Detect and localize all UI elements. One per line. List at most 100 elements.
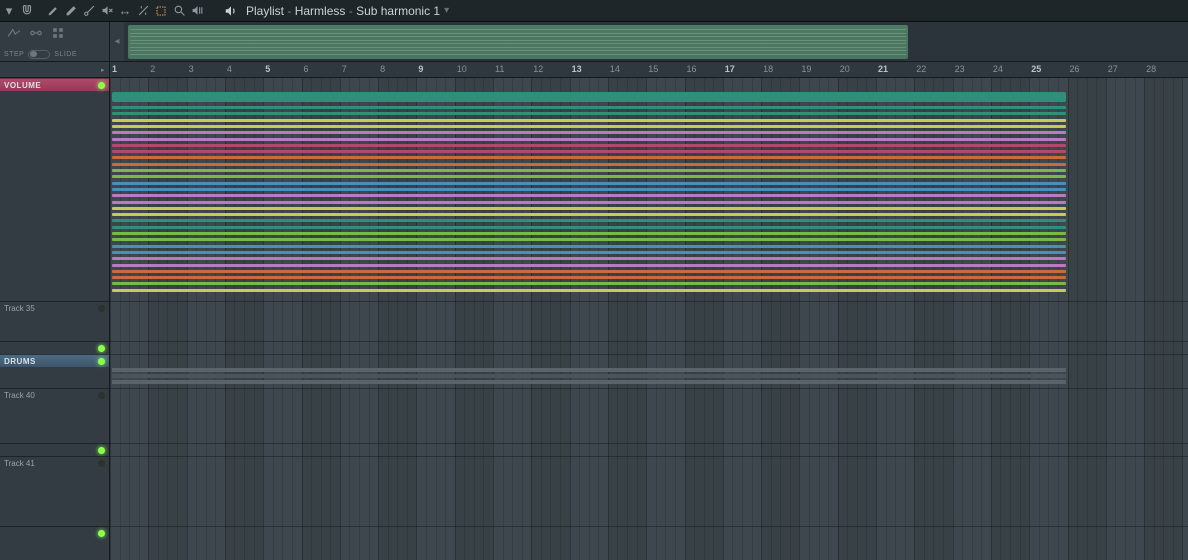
step-label: STEP (4, 51, 24, 58)
cut-icon[interactable] (80, 2, 98, 20)
audio-clip-stripe[interactable] (112, 245, 1066, 248)
timeline-ruler-row: ▸ 12345678910111213141516171819202122232… (0, 62, 1188, 78)
slice-icon[interactable] (134, 2, 152, 20)
audio-clip-stripe[interactable] (112, 289, 1066, 292)
playlist-grid[interactable] (110, 78, 1188, 560)
step-slide-toggle[interactable] (28, 50, 50, 59)
ruler-corner: ▸ (0, 62, 110, 77)
playlist-main: VOLUME Track 35DRUMSTrack 40Track 41 (0, 78, 1188, 560)
speaker-icon[interactable] (222, 2, 240, 20)
magnet-icon[interactable] (18, 2, 36, 20)
zoom-icon[interactable] (170, 2, 188, 20)
brush-icon[interactable] (44, 2, 62, 20)
window-title: Playlist - Harmless - Sub harmonic 1 (246, 4, 440, 18)
drum-clip[interactable] (112, 368, 1066, 372)
overview-left-panel: STEP SLIDE (0, 22, 110, 61)
audio-clip-stripe[interactable] (112, 232, 1066, 235)
ruler-tick: 18 (763, 64, 773, 74)
song-overview[interactable]: ◂ (110, 22, 1188, 61)
link-icon[interactable] (28, 25, 44, 41)
pencil-icon[interactable] (62, 2, 80, 20)
audio-clip-stripe[interactable] (112, 270, 1066, 273)
title-prefix: Playlist (246, 4, 284, 18)
audio-clip[interactable] (112, 92, 1066, 102)
overview-row: STEP SLIDE ◂ (0, 22, 1188, 62)
dropdown-icon[interactable]: ▾ (0, 2, 18, 20)
ruler-tick: 22 (916, 64, 926, 74)
volume-header-label: VOLUME (4, 81, 41, 90)
ruler-tick: 24 (993, 64, 1003, 74)
ruler-tick: 27 (1108, 64, 1118, 74)
ruler-tick: 26 (1070, 64, 1080, 74)
audio-clip-stripe[interactable] (112, 156, 1066, 159)
drum-clip[interactable] (112, 380, 1066, 384)
ruler-tick: 17 (725, 64, 735, 74)
ruler-tick: 14 (610, 64, 620, 74)
audio-clip-stripe[interactable] (112, 251, 1066, 254)
ruler-tick: 2 (150, 64, 155, 74)
audio-clip-stripe[interactable] (112, 169, 1066, 172)
grid-icon[interactable] (50, 25, 66, 41)
ruler-tick: 21 (878, 64, 888, 74)
ruler-tick: 13 (572, 64, 582, 74)
overview-clip[interactable] (128, 25, 908, 59)
mute-icon[interactable] (98, 2, 116, 20)
ruler-tick: 4 (227, 64, 232, 74)
ruler-tick: 1 (112, 64, 117, 74)
ruler-tick: 9 (418, 64, 423, 74)
ruler-tick: 19 (801, 64, 811, 74)
ruler-tick: 10 (457, 64, 467, 74)
title-dropdown-icon[interactable]: ▾ (444, 5, 449, 16)
audio-clip-stripe[interactable] (112, 264, 1066, 267)
playback-icon[interactable] (188, 2, 206, 20)
audio-clip-stripe[interactable] (112, 201, 1066, 204)
audio-clip-stripe[interactable] (112, 175, 1066, 178)
ruler-tick: 25 (1031, 64, 1041, 74)
overview-scroll-left-icon[interactable]: ◂ (110, 22, 124, 61)
audio-clip-stripe[interactable] (112, 226, 1066, 229)
ruler-tick: 16 (687, 64, 697, 74)
audio-clip-stripe[interactable] (112, 213, 1066, 216)
title-mid: Harmless (295, 4, 346, 18)
audio-clip-stripe[interactable] (112, 188, 1066, 191)
ruler-tick: 6 (304, 64, 309, 74)
volume-header[interactable]: VOLUME (0, 78, 109, 91)
slide-label: SLIDE (54, 51, 77, 58)
audio-clip-stripe[interactable] (112, 138, 1066, 141)
slip-icon[interactable]: ↔ (116, 2, 134, 20)
track-led[interactable] (98, 82, 105, 89)
audio-clip-stripe[interactable] (112, 238, 1066, 241)
title-suffix: Sub harmonic 1 (356, 4, 440, 18)
drum-clip[interactable] (112, 374, 1066, 378)
ruler-tick: 28 (1146, 64, 1156, 74)
timeline-ruler[interactable]: 1234567891011121314151617181920212223242… (110, 62, 1188, 77)
audio-clip-stripe[interactable] (112, 257, 1066, 260)
ruler-tick: 15 (648, 64, 658, 74)
audio-clip-stripe[interactable] (112, 112, 1066, 115)
audio-clip-stripe[interactable] (112, 163, 1066, 166)
audio-clip-stripe[interactable] (112, 207, 1066, 210)
ruler-tick: 5 (265, 64, 270, 74)
audio-clip-stripe[interactable] (112, 194, 1066, 197)
ruler-tick: 20 (840, 64, 850, 74)
ruler-tick: 11 (495, 64, 504, 74)
audio-clip-stripe[interactable] (112, 282, 1066, 285)
audio-clip-stripe[interactable] (112, 150, 1066, 153)
audio-clip-stripe[interactable] (112, 276, 1066, 279)
ruler-tick: 3 (189, 64, 194, 74)
playlist-toolbar: ▾ ↔ Playlist - Harmless - Sub harmonic 1… (0, 0, 1188, 22)
ruler-tick: 12 (533, 64, 543, 74)
automation-icon[interactable] (6, 25, 22, 41)
audio-clip-stripe[interactable] (112, 144, 1066, 147)
audio-clip-stripe[interactable] (112, 182, 1066, 185)
audio-clip-stripe[interactable] (112, 119, 1066, 122)
audio-clip-stripe[interactable] (112, 106, 1066, 109)
ruler-tick: 7 (342, 64, 347, 74)
audio-clip-stripe[interactable] (112, 131, 1066, 134)
select-icon[interactable] (152, 2, 170, 20)
ruler-tick: 23 (955, 64, 965, 74)
ruler-tick: 8 (380, 64, 385, 74)
track-column: VOLUME Track 35DRUMSTrack 40Track 41 (0, 78, 110, 560)
audio-clip-stripe[interactable] (112, 125, 1066, 128)
audio-clip-stripe[interactable] (112, 219, 1066, 222)
